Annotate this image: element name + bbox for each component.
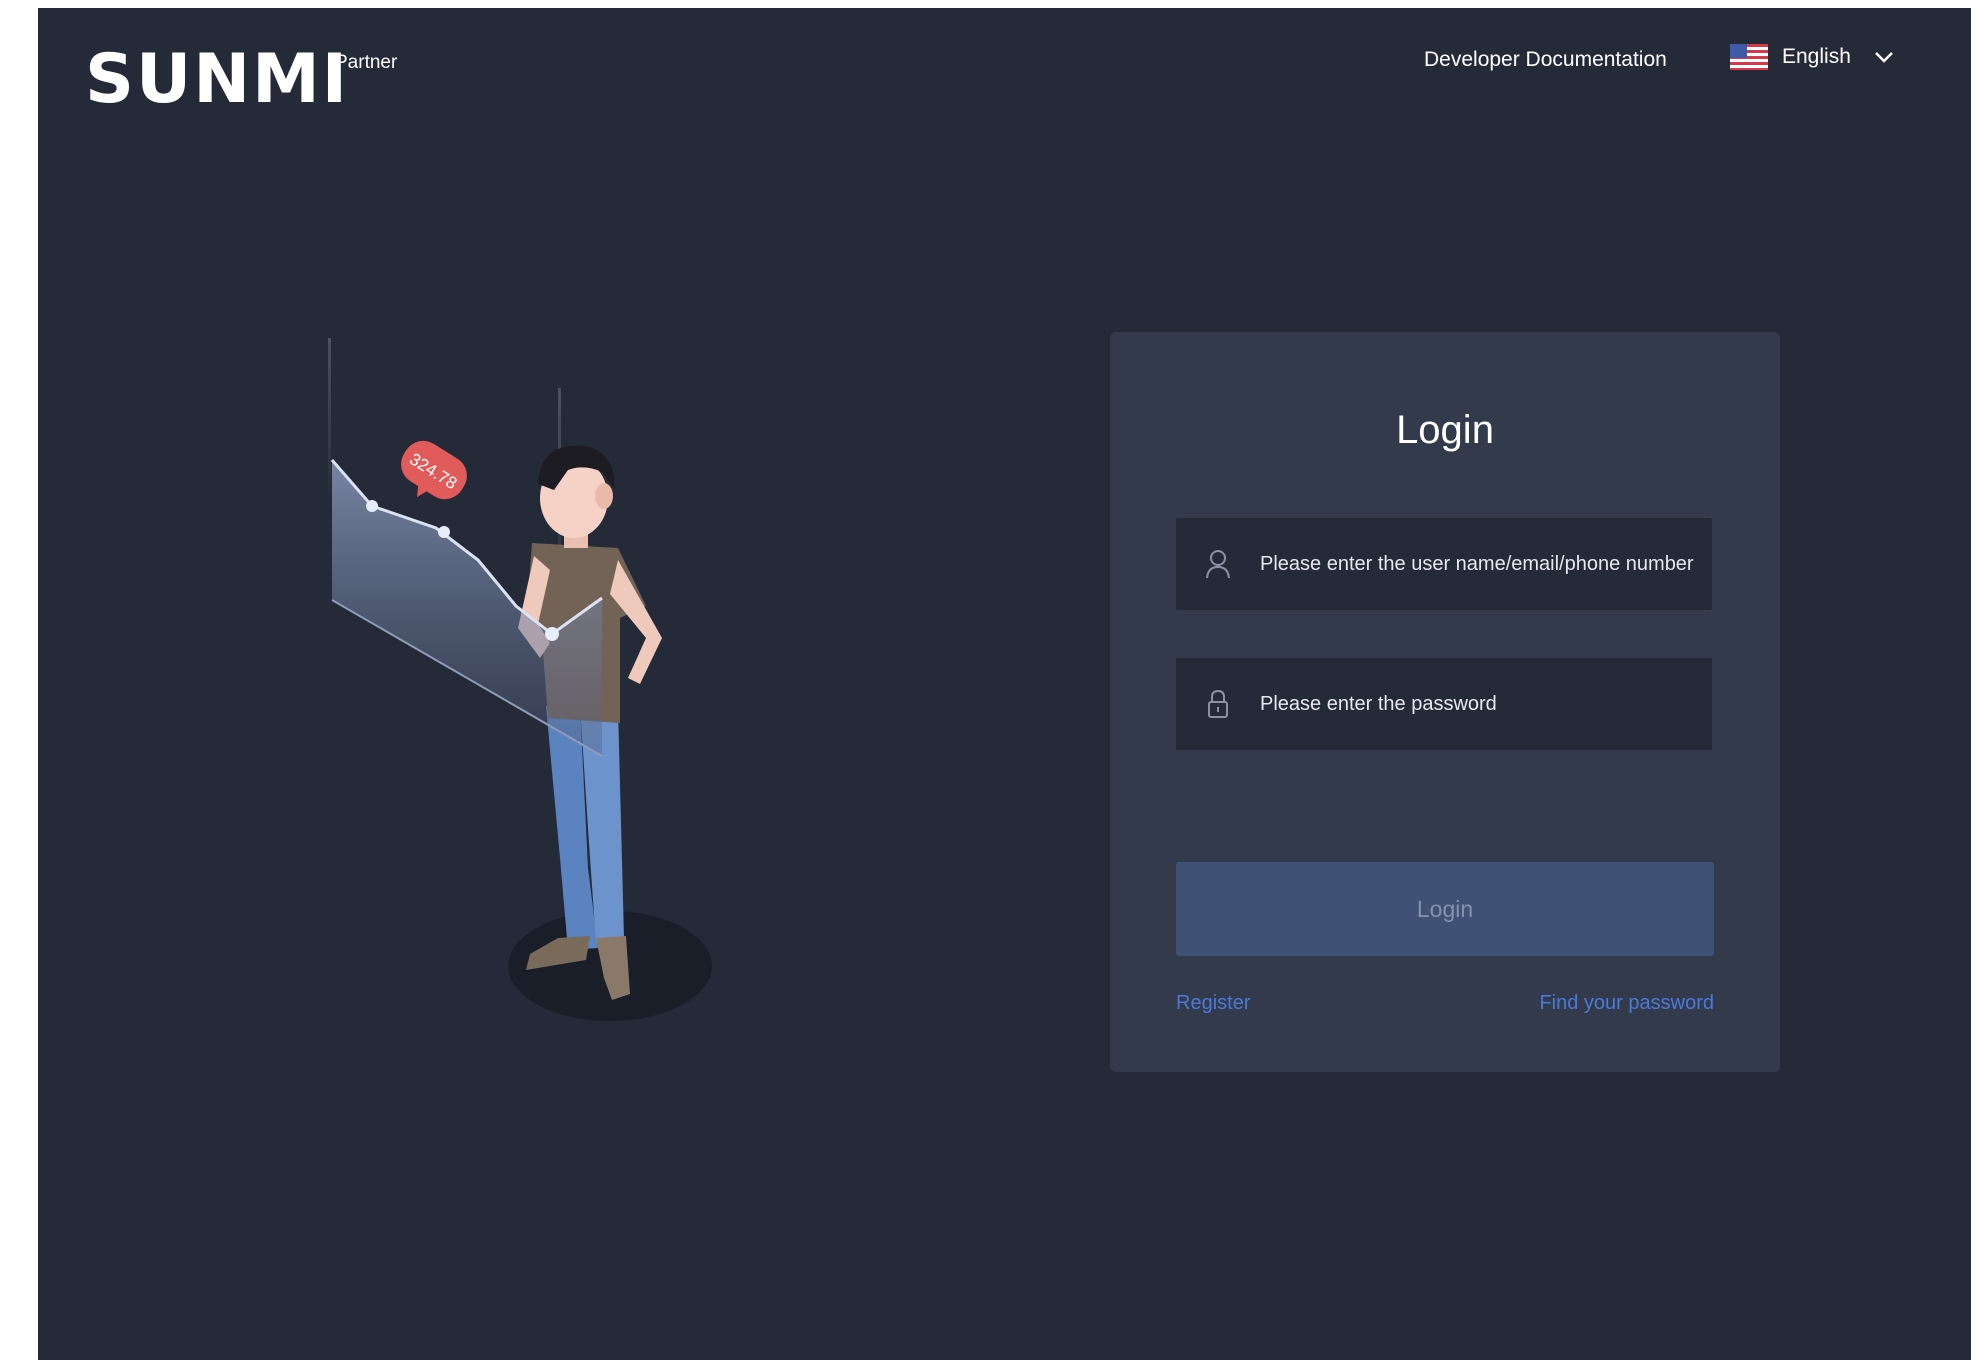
login-page: SUNMI Partner Developer Documentation En… <box>38 8 1971 1360</box>
person-with-chart-illustration: 324.78 <box>328 338 712 1021</box>
logo-partner-label: Partner <box>335 52 398 73</box>
find-password-link[interactable]: Find your password <box>1539 992 1714 1015</box>
developer-documentation-link[interactable]: Developer Documentation <box>1424 48 1667 72</box>
password-field[interactable] <box>1176 658 1712 750</box>
language-selector[interactable]: English <box>1730 44 1895 70</box>
chevron-down-icon <box>1875 52 1893 63</box>
username-input[interactable] <box>1258 551 1702 577</box>
sunmi-logo: SUNMI <box>85 40 350 119</box>
login-button[interactable]: Login <box>1176 862 1714 956</box>
language-label: English <box>1782 45 1851 68</box>
password-input[interactable] <box>1258 691 1702 717</box>
username-field[interactable] <box>1176 518 1712 610</box>
lock-icon <box>1208 689 1228 718</box>
user-icon <box>1206 550 1230 579</box>
login-card: Login Login Register Find your password <box>1110 332 1780 1072</box>
login-title: Login <box>1396 408 1494 452</box>
us-flag-icon <box>1730 44 1768 70</box>
register-link[interactable]: Register <box>1176 992 1250 1015</box>
